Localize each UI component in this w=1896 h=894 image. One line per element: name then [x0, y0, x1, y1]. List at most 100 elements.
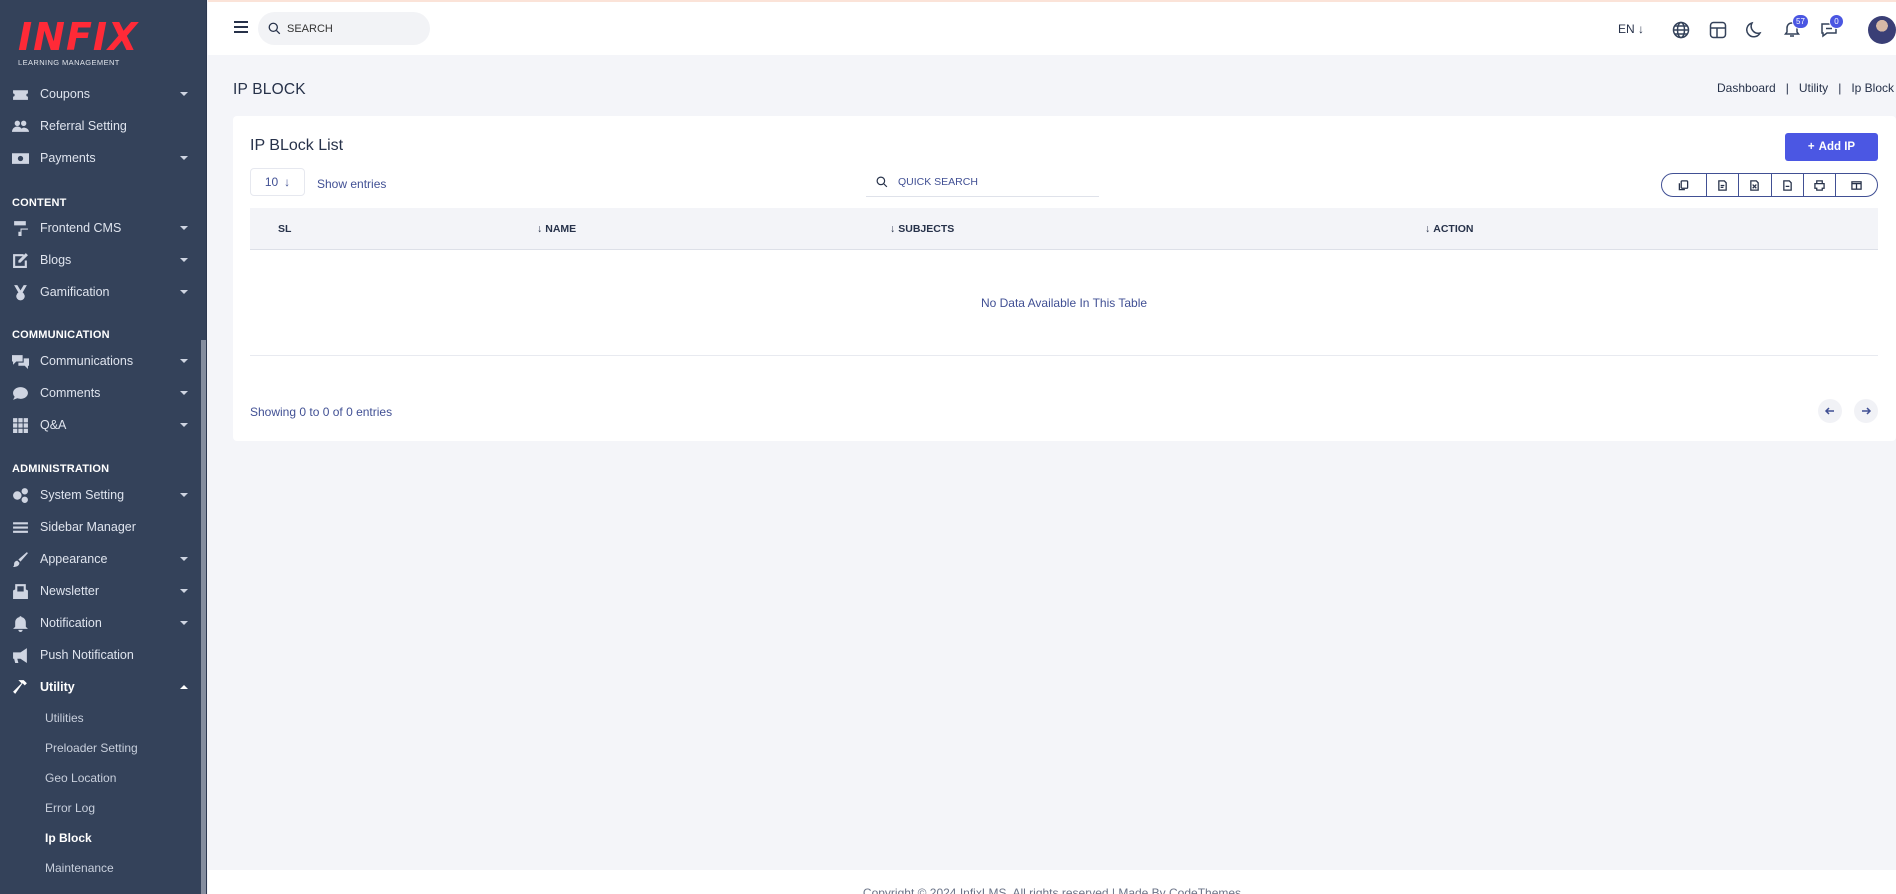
sidebar-item-label: Gamification — [40, 285, 110, 299]
sidebar-item-label: Coupons — [40, 87, 91, 101]
column-label: ACTION — [1433, 222, 1474, 235]
section-title-administration: ADMINISTRATION — [12, 463, 110, 475]
sort-arrow-icon: ↓ — [890, 222, 896, 235]
sidebar-item-frontend-cms[interactable]: Frontend CMS — [0, 212, 200, 244]
sidebar-item-notification[interactable]: Notification — [0, 607, 200, 639]
brand-logo[interactable]: INFIX LEARNING MANAGEMENT — [18, 18, 138, 67]
sidebar-item-payments[interactable]: Payments — [0, 142, 200, 174]
sidebar-item-label: Newsletter — [40, 584, 100, 598]
arrow-left-icon — [1824, 407, 1834, 415]
sort-arrow-icon: ↓ — [537, 222, 543, 235]
top-header: EN ↓ 57 0 — [208, 0, 1896, 55]
newsletter-icon — [0, 583, 40, 600]
language-selector[interactable]: EN ↓ — [1618, 22, 1644, 36]
chevron-up-icon — [180, 685, 188, 689]
plus-icon: + — [1807, 141, 1815, 153]
header-search[interactable] — [258, 12, 430, 45]
copy-icon[interactable] — [1662, 174, 1707, 196]
column-header-sl[interactable]: SL — [278, 223, 291, 235]
breadcrumb-dashboard[interactable]: Dashboard — [1717, 81, 1776, 95]
globe-icon[interactable] — [1672, 21, 1690, 39]
sidebar-item-label: Notification — [40, 616, 102, 630]
moon-icon[interactable] — [1746, 21, 1764, 39]
breadcrumb-ip-block: Ip Block — [1851, 81, 1894, 95]
sidebar-item-label: Blogs — [40, 253, 72, 267]
chat-icon[interactable]: 0 — [1820, 14, 1844, 39]
chevron-down-icon — [180, 92, 188, 96]
notification-count-badge: 57 — [1792, 14, 1809, 29]
csv-icon[interactable] — [1707, 174, 1740, 196]
pdf-icon[interactable] — [1772, 174, 1804, 196]
entries-select[interactable]: 10 ↓ — [250, 168, 305, 196]
paint-roller-icon — [0, 220, 40, 237]
quick-search-input[interactable] — [898, 175, 1088, 188]
brush-icon — [0, 551, 40, 568]
sidebar-item-communications[interactable]: Communications — [0, 345, 200, 377]
chevron-down-icon — [180, 290, 188, 294]
sidebar-subitem-utilities[interactable]: Utilities — [45, 711, 84, 725]
chevron-down-icon — [180, 557, 188, 561]
columns-icon[interactable] — [1836, 174, 1877, 196]
sidebar-item-push-notification[interactable]: Push Notification — [0, 639, 200, 671]
column-header-action[interactable]: ↓ ACTION — [1425, 223, 1474, 235]
column-header-name[interactable]: ↓ NAME — [537, 223, 576, 235]
sidebar-item-blogs[interactable]: Blogs — [0, 244, 200, 276]
sidebar-item-referral-setting[interactable]: Referral Setting — [0, 110, 200, 142]
add-ip-label: Add IP — [1818, 141, 1856, 153]
sidebar-subitem-geo-location[interactable]: Geo Location — [45, 771, 116, 785]
sidebar-item-comments[interactable]: Comments — [0, 377, 200, 409]
sidebar-item-system-setting[interactable]: System Setting — [0, 479, 200, 511]
sidebar-subitem-ip-block[interactable]: Ip Block — [45, 831, 92, 845]
next-page-button[interactable] — [1854, 399, 1878, 423]
gears-icon — [0, 487, 40, 504]
ip-block-card: IP BLock List +Add IP 10 ↓ Show entries S… — [233, 116, 1896, 441]
sidebar-subitem-maintenance[interactable]: Maintenance — [45, 861, 114, 875]
arrow-right-icon — [1862, 407, 1872, 415]
user-avatar[interactable] — [1868, 16, 1896, 44]
sidebar-item-appearance[interactable]: Appearance — [0, 543, 200, 575]
chevron-down-icon — [180, 621, 188, 625]
logo-text: INFIX — [18, 15, 139, 59]
money-icon — [0, 150, 40, 167]
medal-icon — [0, 284, 40, 301]
sidebar-item-newsletter[interactable]: Newsletter — [0, 575, 200, 607]
card-title: IP BLock List — [250, 137, 344, 154]
chevron-down-icon — [180, 391, 188, 395]
column-header-subjects[interactable]: ↓ SUBJECTS — [890, 223, 954, 235]
bell-icon[interactable]: 57 — [1783, 14, 1809, 39]
print-icon[interactable] — [1804, 174, 1837, 196]
sort-arrow-icon: ↓ — [1425, 222, 1431, 235]
sidebar-item-utility[interactable]: Utility — [0, 671, 200, 703]
message-count-badge: 0 — [1829, 14, 1844, 29]
search-input[interactable] — [287, 22, 417, 35]
users-icon — [0, 118, 40, 135]
quick-search[interactable] — [866, 167, 1099, 197]
menu-toggle-icon[interactable] — [234, 21, 248, 36]
export-toolbar — [1661, 173, 1878, 197]
entries-value: 10 — [264, 175, 279, 189]
sidebar-item-sidebar-manager[interactable]: Sidebar Manager — [0, 511, 200, 543]
previous-page-button[interactable] — [1818, 399, 1842, 423]
sidebar-item-coupons[interactable]: Coupons — [0, 78, 200, 110]
table-info: Showing 0 to 0 of 0 entries — [250, 405, 393, 419]
breadcrumb-utility[interactable]: Utility — [1799, 81, 1828, 95]
chevron-down-icon — [180, 258, 188, 262]
sidebar-item-label: Referral Setting — [40, 119, 127, 133]
comment-icon — [0, 385, 40, 402]
grid-icon — [0, 417, 40, 434]
sidebar-subitem-preloader-setting[interactable]: Preloader Setting — [45, 741, 138, 755]
column-label: SL — [278, 222, 292, 235]
sidebar-item-qa[interactable]: Q&A — [0, 409, 200, 441]
sidebar-item-gamification[interactable]: Gamification — [0, 276, 200, 308]
sidebar-item-label: Payments — [40, 151, 96, 165]
chevron-down-icon — [180, 156, 188, 160]
chevron-down-icon — [180, 493, 188, 497]
arrow-down-icon: ↓ — [1638, 22, 1645, 36]
add-ip-button[interactable]: + Add IP — [1785, 133, 1878, 161]
excel-icon[interactable] — [1739, 174, 1772, 196]
sidebar-item-label: Push Notification — [40, 648, 134, 662]
chevron-down-icon — [180, 359, 188, 363]
sidebar-subitem-error-log[interactable]: Error Log — [45, 801, 95, 815]
sidebar-item-label: Sidebar Manager — [40, 520, 136, 534]
layout-icon[interactable] — [1709, 21, 1727, 39]
